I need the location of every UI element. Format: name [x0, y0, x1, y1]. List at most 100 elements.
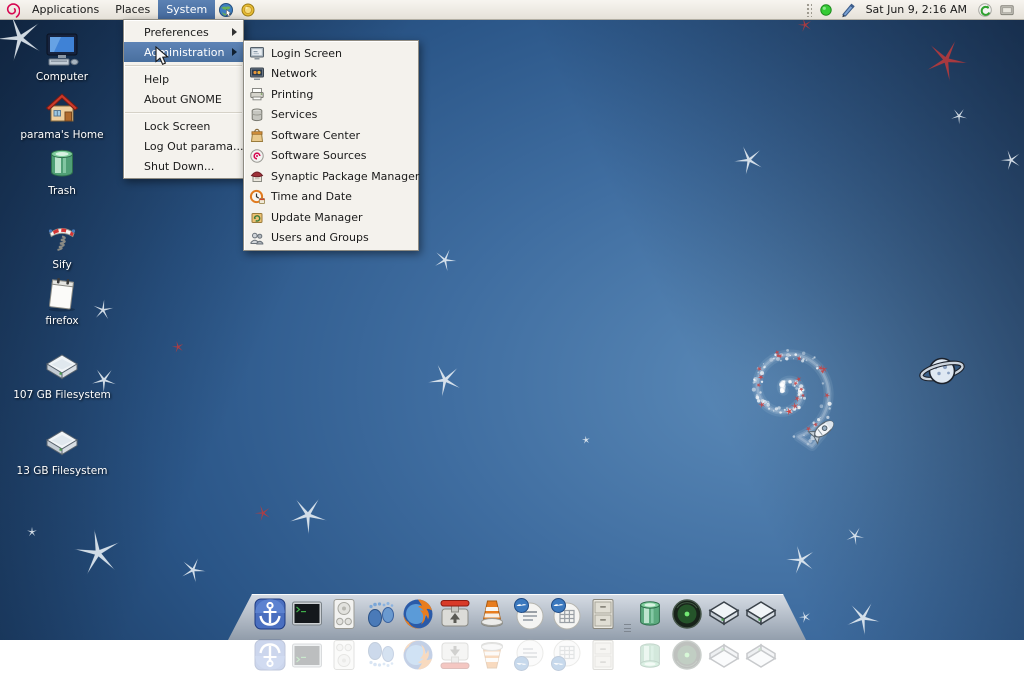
speaker-icon — [326, 596, 362, 636]
dock-item-green-orb[interactable] — [669, 596, 705, 670]
trash-icon — [12, 144, 112, 184]
dock-item-speaker[interactable] — [326, 596, 362, 670]
desktop-icon-parama-s-home[interactable]: parama's Home — [12, 88, 112, 141]
update-swirl-icon[interactable] — [977, 2, 993, 18]
dock-separator — [622, 596, 632, 636]
desktop-icon-label: Computer — [35, 71, 89, 83]
admin-item-update-manager[interactable]: Update Manager — [244, 207, 418, 228]
admin-item-software-sources[interactable]: Software Sources — [244, 146, 418, 167]
yellow-ball-icon[interactable] — [240, 2, 256, 18]
dock-item-trash[interactable] — [632, 596, 668, 668]
dock-item-ooo-writer[interactable] — [511, 596, 547, 671]
admin-item-printer[interactable]: Printing — [244, 84, 418, 105]
browser-globe-icon[interactable] — [218, 2, 234, 18]
dock-icon-reflection — [743, 633, 779, 673]
computer-icon — [12, 30, 112, 70]
menubar-menu-label: Applications — [32, 3, 100, 16]
desktop-icon-trash[interactable]: Trash — [12, 144, 112, 197]
home-icon — [12, 88, 112, 128]
dock-icon-reflection — [363, 633, 399, 673]
drive-icon — [706, 596, 742, 636]
system-menu-item-shut-down[interactable]: Shut Down... — [124, 156, 243, 176]
submenu-arrow-icon — [232, 48, 237, 56]
desktop-icon-sify[interactable]: Sify — [12, 218, 112, 271]
dock-item-firefox[interactable] — [400, 596, 436, 670]
dock-item-transmission[interactable] — [437, 596, 473, 669]
dock-item-footprints[interactable] — [363, 596, 399, 667]
sify-icon — [12, 218, 112, 258]
admin-item-synaptic[interactable]: Synaptic Package Manager — [244, 166, 420, 187]
system-menu: Preferences Administration Help About GNOME… — [123, 19, 244, 179]
dock-item-terminal[interactable] — [289, 596, 325, 668]
admin-item-time-date[interactable]: Time and Date — [244, 187, 418, 208]
menubar-menu-applications[interactable]: Applications — [24, 0, 107, 19]
dock-icon-reflection — [474, 633, 510, 673]
menu-item-label: Login Screen — [271, 46, 342, 60]
system-menu-item-log-out-parama[interactable]: Log Out parama... — [124, 136, 244, 156]
trash-icon — [632, 596, 668, 636]
menu-separator — [124, 109, 243, 116]
software-sources-icon — [249, 148, 265, 164]
system-menu-item-lock-screen[interactable]: Lock Screen — [124, 116, 243, 136]
menu-separator — [124, 62, 243, 69]
desktop-icon-107-gb-filesystem[interactable]: 107 GB Filesystem — [12, 348, 112, 401]
dock-item-ooo-calc[interactable] — [548, 596, 584, 671]
dock-item-vlc[interactable] — [474, 596, 510, 669]
menubar-menu-places[interactable]: Places — [107, 0, 158, 19]
admin-item-login-screen[interactable]: Login Screen — [244, 43, 418, 64]
menubar-menu-label: Places — [115, 3, 151, 16]
update-manager-icon — [249, 209, 265, 225]
users-groups-icon — [249, 230, 265, 246]
software-center-icon — [249, 127, 265, 143]
menubar-menu-system[interactable]: System — [158, 0, 216, 19]
file-cabinet-icon — [585, 596, 621, 636]
menu-item-label: Network — [271, 67, 317, 81]
terminal-icon — [289, 596, 325, 636]
firefox-icon — [400, 596, 436, 636]
dock-item-drive[interactable] — [743, 596, 779, 668]
dock-icon-reflection — [511, 633, 547, 673]
menu-item-label: Software Sources — [271, 149, 367, 163]
dock-item-drive[interactable] — [706, 596, 742, 668]
desktop-icon-label: Sify — [52, 259, 72, 271]
menu-item-label: Log Out parama... — [144, 139, 244, 153]
admin-item-services[interactable]: Services — [244, 105, 418, 126]
desktop-icon-label: parama's Home — [20, 129, 104, 141]
dock-icon-reflection — [289, 633, 325, 673]
admin-item-software-center[interactable]: Software Center — [244, 125, 418, 146]
desktop-icon-label: 107 GB Filesystem — [13, 389, 111, 401]
green-dot-icon[interactable] — [818, 2, 834, 18]
tray-drag-handle[interactable] — [805, 2, 812, 17]
docky-anchor-icon — [252, 596, 288, 636]
dock-item-file-cabinet[interactable] — [585, 596, 621, 670]
dock-icon-reflection — [437, 633, 473, 673]
menu-item-label: Help — [144, 72, 170, 86]
menu-item-label: Services — [271, 108, 318, 122]
dock-item-docky-anchor[interactable] — [252, 596, 288, 671]
drive-icon — [12, 424, 112, 464]
clock[interactable]: Sat Jun 9, 2:16 AM — [866, 3, 967, 16]
dock — [252, 596, 780, 671]
gray-tray-icon[interactable] — [999, 2, 1015, 18]
menu-item-label: Synaptic Package Manager — [271, 169, 420, 183]
desktop-icon-firefox[interactable]: firefox — [12, 274, 112, 327]
system-menu-item-preferences[interactable]: Preferences — [124, 22, 243, 42]
desktop-icon-13-gb-filesystem[interactable]: 13 GB Filesystem — [12, 424, 112, 477]
desktop-icon-label: Trash — [48, 185, 76, 197]
panel-right: Sat Jun 9, 2:16 AM — [805, 0, 1024, 19]
system-menu-item-help[interactable]: Help — [124, 69, 243, 89]
panel-left: Applications Places System — [0, 0, 259, 19]
admin-item-network[interactable]: Network — [244, 64, 418, 85]
synaptic-icon — [249, 168, 265, 184]
blue-pen-icon[interactable] — [840, 2, 856, 18]
system-menu-item-administration[interactable]: Administration — [124, 42, 243, 62]
admin-item-users-groups[interactable]: Users and Groups — [244, 228, 418, 249]
desktop-icon-label: 13 GB Filesystem — [16, 465, 108, 477]
system-menu-item-about-gnome[interactable]: About GNOME — [124, 89, 243, 109]
desktop-icon-computer[interactable]: Computer — [12, 30, 112, 83]
debian-logo-icon[interactable] — [5, 2, 20, 18]
dock-icon-reflection — [669, 633, 705, 673]
login-screen-icon — [249, 45, 265, 61]
services-icon — [249, 107, 265, 123]
menu-item-label: Time and Date — [271, 190, 352, 204]
